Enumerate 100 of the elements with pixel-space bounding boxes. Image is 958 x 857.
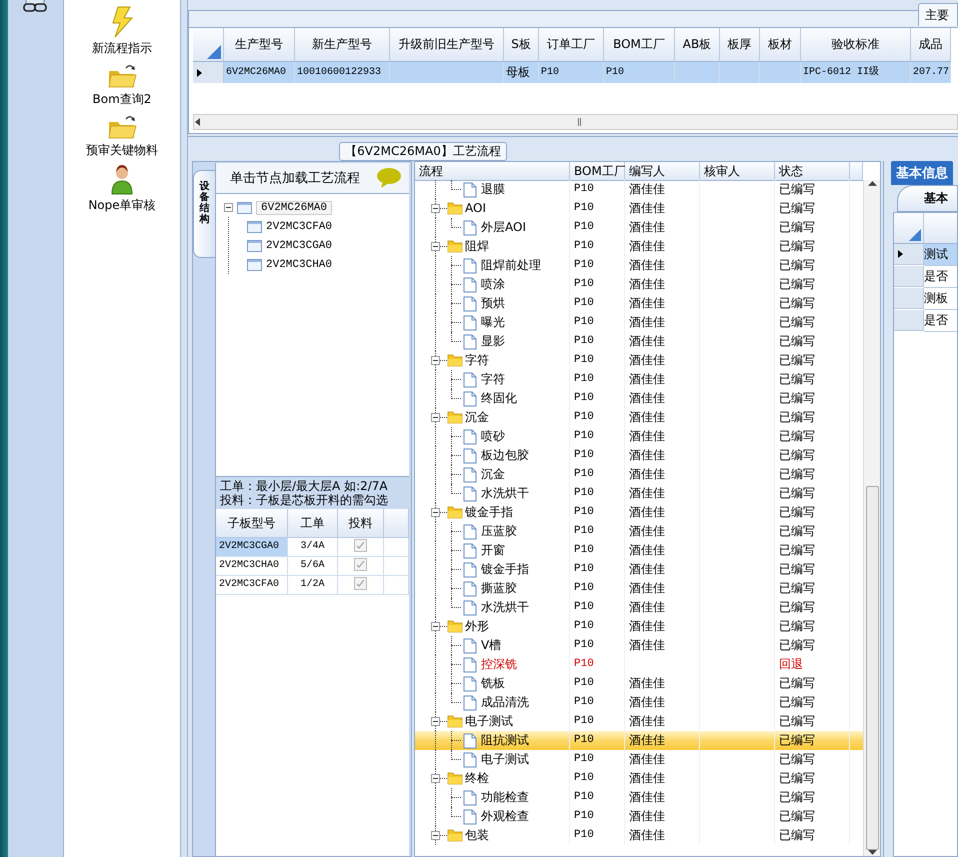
process-row[interactable]: 控深铣 P10 回退 (415, 655, 863, 674)
table-cell: 2V2MC3CGA0 (216, 538, 288, 557)
status-cell: 已编写 (775, 788, 850, 807)
process-row[interactable]: 撕蓝胶 P10 酒佳佳 已编写 (415, 579, 863, 598)
bom-factory-cell: P10 (570, 237, 625, 256)
process-row[interactable]: 预烘 P10 酒佳佳 已编写 (415, 294, 863, 313)
status-cell: 已编写 (775, 389, 850, 408)
bom-factory-cell: P10 (570, 560, 625, 579)
column-header[interactable]: 板厚 (720, 28, 760, 62)
process-row[interactable]: 铣板 P10 酒佳佳 已编写 (415, 674, 863, 693)
column-header[interactable]: 投料 (338, 509, 384, 538)
column-header[interactable]: 验收标准 (801, 28, 911, 62)
status-cell: 已编写 (775, 180, 850, 199)
process-row[interactable]: 成品清洗 P10 酒佳佳 已编写 (415, 693, 863, 712)
process-row[interactable]: 水洗烘干 P10 酒佳佳 已编写 (415, 484, 863, 503)
tree-node[interactable]: 2V2MC3CHA0 (266, 258, 332, 270)
column-header[interactable]: 子板型号 (216, 509, 288, 538)
column-header[interactable]: 工单 (288, 509, 338, 538)
column-header[interactable]: 板材 (760, 28, 801, 62)
tree-node[interactable]: 6V2MC26MA0 (256, 200, 332, 214)
step-name: 终固化 (481, 390, 517, 407)
process-row[interactable]: AOI P10 酒佳佳 已编写 (415, 199, 863, 218)
column-header[interactable]: 订单工厂 (539, 28, 604, 62)
status-cell: 已编写 (775, 370, 850, 389)
column-header[interactable]: 编写人 (625, 162, 700, 181)
author-cell: 酒佳佳 (625, 541, 700, 560)
status-cell: 已编写 (775, 693, 850, 712)
status-cell: 已编写 (775, 237, 850, 256)
nav-item[interactable]: Bom查询2 (92, 63, 152, 108)
process-row[interactable]: V槽 P10 酒佳佳 已编写 (415, 636, 863, 655)
column-header[interactable]: 生产型号 (224, 28, 295, 62)
note-text: 投料：子板是芯板开料的需勾选 (220, 493, 389, 507)
process-row[interactable]: 终检 P10 酒佳佳 已编写 (415, 769, 863, 788)
process-row[interactable]: 沉金 P10 酒佳佳 已编写 (415, 465, 863, 484)
column-header[interactable]: 流程 (415, 162, 570, 181)
tab[interactable]: 基本信息 (891, 161, 953, 185)
status-cell: 已编写 (775, 446, 850, 465)
bom-factory-cell: P10 (570, 408, 625, 427)
process-row[interactable]: 字符 P10 酒佳佳 已编写 (415, 370, 863, 389)
nav-item[interactable]: 预审关键物料 (86, 114, 158, 159)
bom-factory-cell: P10 (570, 256, 625, 275)
tree-node[interactable]: 2V2MC3CFA0 (266, 220, 332, 232)
process-row[interactable]: 电子测试 P10 酒佳佳 已编写 (415, 750, 863, 769)
process-row[interactable]: 喷砂 P10 酒佳佳 已编写 (415, 427, 863, 446)
table-cell: 5/6A (288, 557, 338, 576)
process-row[interactable]: 字符 P10 酒佳佳 已编写 (415, 351, 863, 370)
sub-tab[interactable]: 基本 (897, 185, 958, 212)
process-row[interactable]: 退膜 P10 酒佳佳 已编写 (415, 180, 863, 199)
process-row[interactable]: 压蓝胶 P10 酒佳佳 已编写 (415, 522, 863, 541)
author-cell: 酒佳佳 (625, 370, 700, 389)
status-cell: 已编写 (775, 351, 850, 370)
column-header[interactable]: S板 (504, 28, 539, 62)
bom-factory-cell: P10 (570, 598, 625, 617)
process-row[interactable]: 水洗烘干 P10 酒佳佳 已编写 (415, 598, 863, 617)
column-header[interactable]: AB板 (675, 28, 720, 62)
process-row[interactable]: 镀金手指 P10 酒佳佳 已编写 (415, 560, 863, 579)
bom-factory-cell: P10 (570, 693, 625, 712)
step-name: 外观检查 (481, 808, 529, 825)
process-row[interactable]: 显影 P10 酒佳佳 已编写 (415, 332, 863, 351)
author-cell: 酒佳佳 (625, 389, 700, 408)
process-row[interactable]: 阻抗测试 P10 酒佳佳 已编写 (415, 731, 863, 750)
vertical-tab[interactable]: 设备结构 (193, 170, 215, 258)
column-header[interactable]: 升级前旧生产型号 (390, 28, 504, 62)
process-row[interactable]: 沉金 P10 酒佳佳 已编写 (415, 408, 863, 427)
process-row[interactable]: 镀金手指 P10 酒佳佳 已编写 (415, 503, 863, 522)
author-cell: 酒佳佳 (625, 351, 700, 370)
process-row[interactable]: 外形 P10 酒佳佳 已编写 (415, 617, 863, 636)
bom-factory-cell: P10 (570, 294, 625, 313)
bom-factory-cell: P10 (570, 503, 625, 522)
column-header[interactable]: 状态 (775, 162, 850, 181)
bom-factory-cell: P10 (570, 750, 625, 769)
nav-item[interactable]: 新流程指示 (92, 6, 152, 57)
column-header[interactable]: BOM工厂 (604, 28, 675, 62)
column-header[interactable]: 新生产型号 (295, 28, 390, 62)
process-row[interactable]: 曝光 P10 酒佳佳 已编写 (415, 313, 863, 332)
step-name: 控深铣 (481, 656, 517, 673)
process-row[interactable]: 外层AOI P10 酒佳佳 已编写 (415, 218, 863, 237)
status-cell: 已编写 (775, 332, 850, 351)
column-header[interactable]: BOM工厂 (570, 162, 625, 181)
process-row[interactable]: 功能检查 P10 酒佳佳 已编写 (415, 788, 863, 807)
author-cell: 酒佳佳 (625, 332, 700, 351)
process-row[interactable]: 阻焊前处理 P10 酒佳佳 已编写 (415, 256, 863, 275)
process-row[interactable]: 喷涂 P10 酒佳佳 已编写 (415, 275, 863, 294)
process-row[interactable]: 终固化 P10 酒佳佳 已编写 (415, 389, 863, 408)
table-cell: 母板 (504, 62, 539, 83)
column-header[interactable]: 核审人 (700, 162, 775, 181)
process-row[interactable]: 开窗 P10 酒佳佳 已编写 (415, 541, 863, 560)
step-name: 包装 (465, 827, 489, 844)
process-row[interactable]: 阻焊 P10 酒佳佳 已编写 (415, 237, 863, 256)
table-cell: 是否 (924, 266, 957, 288)
tree-node[interactable]: 2V2MC3CGA0 (266, 240, 332, 252)
process-row[interactable]: 包装 P10 酒佳佳 已编写 (415, 826, 863, 845)
nav-item[interactable]: Nope单审核 (88, 165, 156, 214)
author-cell: 酒佳佳 (625, 180, 700, 199)
process-row[interactable]: 外观检查 P10 酒佳佳 已编写 (415, 807, 863, 826)
bom-factory-cell: P10 (570, 617, 625, 636)
process-row[interactable]: 板边包胶 P10 酒佳佳 已编写 (415, 446, 863, 465)
author-cell: 酒佳佳 (625, 446, 700, 465)
column-header[interactable]: 成品 (911, 28, 951, 62)
panel-tab[interactable]: 主要 (918, 3, 958, 26)
